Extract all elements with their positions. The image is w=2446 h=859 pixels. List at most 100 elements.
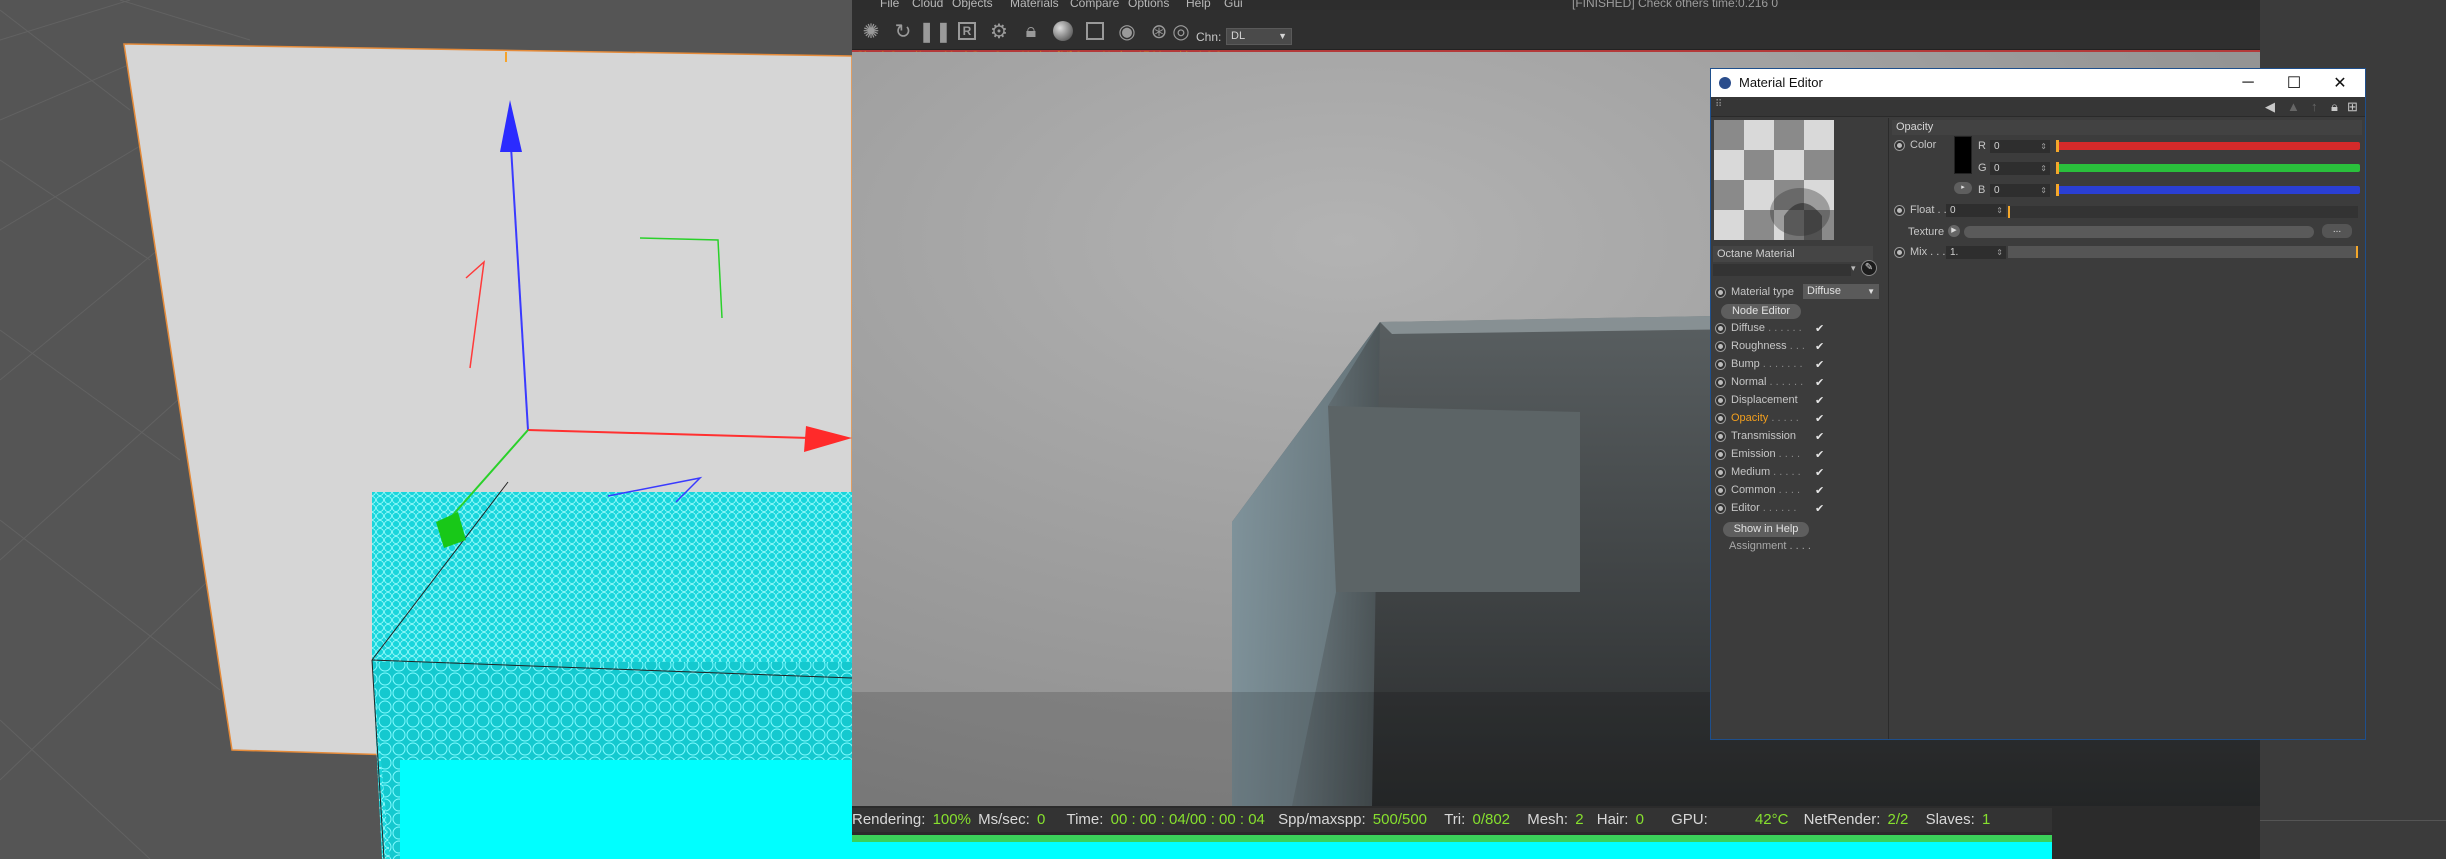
r-value-field[interactable]: 0 ⇕ xyxy=(1990,140,2050,153)
slider-knob[interactable] xyxy=(2056,184,2059,196)
float-slider[interactable] xyxy=(2008,206,2358,218)
region-icon[interactable] xyxy=(1082,18,1108,44)
slider-knob[interactable] xyxy=(2356,246,2358,258)
animate-radio-icon[interactable] xyxy=(1715,484,1726,496)
mix-value-field[interactable]: 1. ⇕ xyxy=(1946,246,2006,259)
channel-bump[interactable]: Bump . . . . . . . ✔ xyxy=(1715,358,1824,371)
animate-radio-icon[interactable] xyxy=(1715,286,1726,298)
texture-slot[interactable] xyxy=(1964,226,2314,238)
node-editor-button[interactable]: Node Editor xyxy=(1721,304,1801,319)
menu-help[interactable]: Help xyxy=(1186,0,1211,10)
pick-object-icon[interactable]: ◎ xyxy=(1168,18,1194,44)
menu-options[interactable]: Options xyxy=(1128,0,1169,10)
texture-expand-icon[interactable]: ▶ xyxy=(1948,225,1960,237)
float-value-field[interactable]: 0 ⇕ xyxy=(1946,204,2006,217)
show-in-help-button[interactable]: Show in Help xyxy=(1723,522,1809,537)
checkmark-icon[interactable]: ✔ xyxy=(1815,412,1824,425)
animate-radio-icon[interactable] xyxy=(1715,448,1726,460)
menu-cloud[interactable]: Cloud xyxy=(912,0,943,10)
cinema4d-viewport[interactable] xyxy=(0,0,852,859)
maximize-button[interactable]: ☐ xyxy=(2271,69,2317,97)
spinner-icon[interactable]: ⇕ xyxy=(1996,246,2003,259)
channel-normal[interactable]: Normal . . . . . . ✔ xyxy=(1715,376,1824,389)
animate-radio-icon[interactable] xyxy=(1715,340,1726,352)
channel-emission[interactable]: Emission . . . . ✔ xyxy=(1715,448,1824,461)
pick-focus-icon[interactable]: ◉ xyxy=(1114,18,1140,44)
checkmark-icon[interactable]: ✔ xyxy=(1815,502,1824,515)
menu-gui[interactable]: Gui xyxy=(1224,0,1243,10)
channel-roughness[interactable]: Roughness . . . ✔ xyxy=(1715,340,1824,353)
r-slider[interactable] xyxy=(2056,140,2360,152)
minimize-button[interactable]: ─ xyxy=(2225,69,2271,97)
animate-radio-icon[interactable] xyxy=(1715,322,1726,334)
slider-knob[interactable] xyxy=(2008,206,2010,218)
menu-materials[interactable]: Materials xyxy=(1010,0,1059,10)
close-button[interactable]: ✕ xyxy=(2317,69,2363,97)
checkmark-icon[interactable]: ✔ xyxy=(1815,394,1824,407)
channel-editor[interactable]: Editor . . . . . . ✔ xyxy=(1715,502,1824,515)
color-swatch[interactable] xyxy=(1954,136,1972,174)
channel-displacement[interactable]: Displacement ✔ xyxy=(1715,394,1824,407)
animate-radio-icon[interactable] xyxy=(1894,204,1905,216)
menu-file[interactable]: File xyxy=(880,0,899,10)
animate-radio-icon[interactable] xyxy=(1894,139,1905,151)
eyedropper-icon[interactable]: ✎ xyxy=(1861,260,1877,276)
channel-select[interactable]: DL ▼ xyxy=(1226,28,1292,45)
window-titlebar[interactable]: Material Editor ─ ☐ ✕ xyxy=(1711,69,2365,97)
texture-browse-button[interactable]: ... xyxy=(2322,224,2352,238)
spinner-icon[interactable]: ⇕ xyxy=(2040,184,2047,197)
region-render-icon[interactable]: R xyxy=(954,18,980,44)
channel-opacity[interactable]: Opacity . . . . . ✔ xyxy=(1715,412,1824,425)
material-ball-icon[interactable] xyxy=(1050,18,1076,44)
animate-radio-icon[interactable] xyxy=(1715,412,1726,424)
animate-radio-icon[interactable] xyxy=(1715,466,1726,478)
g-value-field[interactable]: 0 ⇕ xyxy=(1990,162,2050,175)
material-editor-window[interactable]: Material Editor ─ ☐ ✕ ⠿ ◀ ▲ ↑ 🔒︎ ⊞ Octan… xyxy=(1710,68,2366,740)
checkmark-icon[interactable]: ✔ xyxy=(1815,340,1824,353)
checkmark-icon[interactable]: ✔ xyxy=(1815,448,1824,461)
animate-radio-icon[interactable] xyxy=(1894,246,1905,258)
checkmark-icon[interactable]: ✔ xyxy=(1815,430,1824,443)
window-title: Material Editor xyxy=(1739,75,1823,90)
settings-gear-icon[interactable]: ⚙ xyxy=(986,18,1012,44)
assignment-item[interactable]: Assignment . . . . xyxy=(1729,540,1811,552)
channel-medium[interactable]: Medium . . . . . ✔ xyxy=(1715,466,1824,479)
spinner-icon[interactable]: ⇕ xyxy=(2040,162,2047,175)
channel-common[interactable]: Common . . . . ✔ xyxy=(1715,484,1824,497)
lock-small-icon[interactable]: 🔒︎ xyxy=(2331,99,2338,115)
checkmark-icon[interactable]: ✔ xyxy=(1815,358,1824,371)
material-type-dropdown[interactable]: Diffuse ▼ xyxy=(1803,284,1879,299)
lock-icon[interactable]: 🔒︎ xyxy=(1018,18,1044,44)
animate-radio-icon[interactable] xyxy=(1715,502,1726,514)
forward-arrow-icon[interactable]: ▲ xyxy=(2287,99,2300,114)
animate-radio-icon[interactable] xyxy=(1715,376,1726,388)
b-slider[interactable] xyxy=(2056,184,2360,196)
animate-radio-icon[interactable] xyxy=(1715,394,1726,406)
slider-knob[interactable] xyxy=(2056,140,2059,152)
material-name-subfield[interactable] xyxy=(1713,264,1851,276)
slider-knob[interactable] xyxy=(2056,162,2059,174)
checkmark-icon[interactable]: ✔ xyxy=(1815,376,1824,389)
checkmark-icon[interactable]: ✔ xyxy=(1815,322,1824,335)
animate-radio-icon[interactable] xyxy=(1715,430,1726,442)
menu-objects[interactable]: Objects xyxy=(952,0,993,10)
spinner-icon[interactable]: ⇕ xyxy=(1996,204,2003,217)
checkmark-icon[interactable]: ✔ xyxy=(1815,466,1824,479)
g-slider[interactable] xyxy=(2056,162,2360,174)
spinner-icon[interactable]: ⇕ xyxy=(2040,140,2047,153)
mix-slider[interactable] xyxy=(2008,246,2358,258)
send-scene-icon[interactable]: ✺ xyxy=(858,18,884,44)
material-name-field[interactable]: Octane Material xyxy=(1713,246,1873,262)
channel-diffuse[interactable]: Diffuse . . . . . . ✔ xyxy=(1715,322,1824,335)
back-arrow-icon[interactable]: ◀ xyxy=(2265,99,2275,115)
menu-compare[interactable]: Compare xyxy=(1070,0,1119,10)
b-value-field[interactable]: 0 ⇕ xyxy=(1990,184,2050,197)
channel-transmission[interactable]: Transmission ✔ xyxy=(1715,430,1824,443)
up-arrow-icon[interactable]: ↑ xyxy=(2311,99,2318,114)
animate-radio-icon[interactable] xyxy=(1715,358,1726,370)
new-window-icon[interactable]: ⊞ xyxy=(2347,99,2358,115)
expand-color-icon[interactable]: ▸ xyxy=(1954,182,1972,194)
restart-render-icon[interactable]: ↻ xyxy=(890,18,916,44)
checkmark-icon[interactable]: ✔ xyxy=(1815,484,1824,497)
pause-icon[interactable]: ❚❚ xyxy=(918,18,952,44)
